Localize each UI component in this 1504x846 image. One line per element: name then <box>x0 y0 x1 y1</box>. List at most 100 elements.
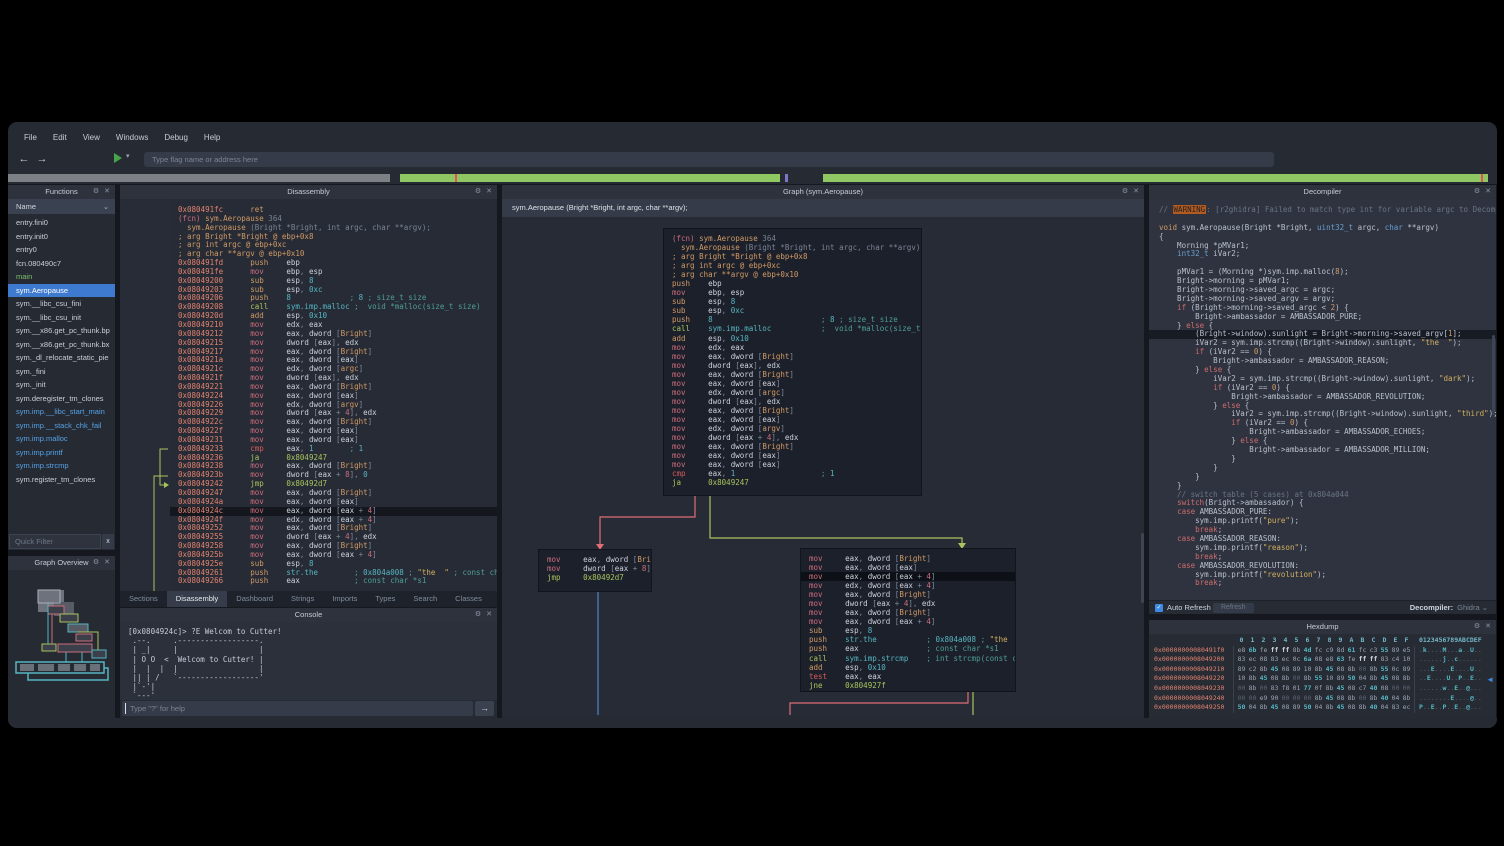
functions-column-header[interactable]: Name⌄ <box>8 199 115 214</box>
address-search-input[interactable] <box>144 152 1274 167</box>
menu-debug[interactable]: Debug <box>156 133 196 142</box>
code-line[interactable]: mov eax, dword [eax + 4] <box>809 617 1007 626</box>
code-line[interactable]: mov edx, eax <box>672 343 913 352</box>
forward-button[interactable]: → <box>34 151 50 167</box>
function-item[interactable]: sym._fini <box>8 365 115 379</box>
auto-refresh-checkbox[interactable]: ✓ <box>1155 604 1163 612</box>
code-line[interactable]: sub esp, 8 <box>672 297 913 306</box>
close-icon[interactable]: ✕ <box>1485 185 1491 199</box>
code-line[interactable]: mov edx, dword [argc] <box>672 388 913 397</box>
hexdump-row[interactable]: 0x000000000804921089c28b450889108b45088b… <box>1149 665 1496 675</box>
code-line[interactable]: push str.the ; 0x804a008 ; "the " ; cons… <box>809 635 1007 644</box>
code-line[interactable]: test eax, eax <box>809 672 1007 681</box>
code-line[interactable]: } <box>1159 464 1496 473</box>
decompiler-engine-select[interactable]: Decompiler:Ghidra ⌄ <box>1410 601 1488 614</box>
code-line[interactable]: push 8 ; 8 ; size_t size <box>672 315 913 324</box>
tab-classes[interactable]: Classes <box>446 591 491 607</box>
code-line[interactable]: add esp, 0x10 <box>809 663 1007 672</box>
tab-imports[interactable]: Imports <box>323 591 366 607</box>
function-item[interactable]: sym.imp.malloc <box>8 432 115 446</box>
function-item[interactable]: sym.imp.strcmp <box>8 459 115 473</box>
function-item[interactable]: sym.__x86.get_pc_thunk.bp <box>8 324 115 338</box>
code-line[interactable]: (fcn) sym.Aeropause 364 <box>672 234 913 243</box>
code-line[interactable]: ; arg Bright *Bright @ ebp+0x8 <box>672 252 913 261</box>
tab-disassembly[interactable]: Disassembly <box>167 591 228 607</box>
graph-scrollbar[interactable] <box>1141 533 1144 603</box>
gear-icon[interactable]: ⚙ <box>475 608 481 622</box>
code-line[interactable]: 0x08049266 push eax ; const char *s1 <box>178 577 497 586</box>
menu-view[interactable]: View <box>75 133 108 142</box>
menu-windows[interactable]: Windows <box>108 133 156 142</box>
code-line[interactable]: mov dword [eax], edx <box>672 397 913 406</box>
close-icon[interactable]: ✕ <box>104 556 110 570</box>
code-line[interactable]: mov eax, dword [eax] <box>809 563 1007 572</box>
code-line[interactable]: mov eax, dword [Bright] <box>809 608 1007 617</box>
hexdump-row[interactable]: 0x00000000080492400000e9900000008b45088b… <box>1149 694 1496 704</box>
code-line[interactable]: mov ebp, esp <box>672 288 913 297</box>
gear-icon[interactable]: ⚙ <box>1122 185 1128 199</box>
code-line[interactable]: jne 0x804927f <box>809 681 1007 690</box>
refresh-button[interactable]: Refresh <box>1213 603 1254 613</box>
back-button[interactable]: ← <box>16 151 32 167</box>
function-item[interactable]: sym.register_tm_clones <box>8 473 115 487</box>
filter-clear-button[interactable]: x <box>102 534 114 549</box>
code-line[interactable]: mov dword [eax + 4], edx <box>809 599 1007 608</box>
console-send-button[interactable]: → <box>475 701 494 716</box>
tab-types[interactable]: Types <box>366 591 404 607</box>
code-line[interactable]: call sym.imp.strcmp ; int strcmp(const c… <box>809 654 1007 663</box>
code-line[interactable]: // WARNING: [r2ghidra] Failed to match t… <box>1159 206 1496 215</box>
code-line[interactable]: ja 0x8049247 <box>672 478 913 487</box>
graph-node-false-branch[interactable]: mov eax, dword [Bright]mov eax, dword [e… <box>800 548 1016 692</box>
tab-strings[interactable]: Strings <box>282 591 323 607</box>
code-line[interactable]: mov dword [eax], edx <box>672 361 913 370</box>
function-item[interactable]: main <box>8 270 115 284</box>
function-item[interactable]: fcn.080490c7 <box>8 257 115 271</box>
menu-file[interactable]: File <box>16 133 45 142</box>
code-line[interactable]: int32_t iVar2; <box>1159 250 1496 259</box>
code-line[interactable]: mov eax, dword [Bright] <box>547 555 643 564</box>
code-line[interactable]: mov edx, dword [eax + 4] <box>809 581 1007 590</box>
code-line[interactable]: } <box>1159 473 1496 482</box>
code-line[interactable]: mov eax, dword [eax] <box>672 379 913 388</box>
close-icon[interactable]: ✕ <box>1485 620 1491 634</box>
hexdump-row[interactable]: 0x000000000804925050048b45088950048b4508… <box>1149 703 1496 713</box>
console-input[interactable] <box>122 701 473 716</box>
menu-help[interactable]: Help <box>196 133 228 142</box>
close-icon[interactable]: ✕ <box>104 185 110 199</box>
function-item[interactable]: sym.imp.printf <box>8 446 115 460</box>
code-line[interactable]: mov edx, dword [argv] <box>672 424 913 433</box>
graph-canvas[interactable]: (fcn) sym.Aeropause 364 sym.Aeropause (B… <box>502 217 1144 718</box>
function-item[interactable]: entry.fini0 <box>8 216 115 230</box>
function-item[interactable]: sym.__libc_csu_fini <box>8 297 115 311</box>
code-line[interactable]: push ebp <box>672 279 913 288</box>
debug-play-icon[interactable] <box>114 153 122 163</box>
code-line[interactable]: mov eax, dword [eax] <box>672 460 913 469</box>
code-line[interactable]: break; <box>1159 579 1496 588</box>
code-line[interactable]: jmp 0x80492d7 <box>547 573 643 582</box>
memory-map-bar[interactable] <box>8 174 1497 182</box>
code-line[interactable]: mov eax, dword [eax + 4] <box>801 572 1015 581</box>
play-dropdown-chevron-icon[interactable]: ▾ <box>126 152 130 160</box>
hexdump-row[interactable]: 0x00000000080491f0e86bfeffff8b4dfcc98d61… <box>1149 646 1496 656</box>
hexdump-row[interactable]: 0x0000000008049220108b45088b008b55108950… <box>1149 674 1496 684</box>
menu-edit[interactable]: Edit <box>45 133 75 142</box>
function-item[interactable]: sym.Aeropause <box>8 284 115 298</box>
close-icon[interactable]: ✕ <box>1133 185 1139 199</box>
function-item[interactable]: sym._dl_relocate_static_pie <box>8 351 115 365</box>
close-icon[interactable]: ✕ <box>486 608 492 622</box>
code-line[interactable]: mov eax, dword [eax] <box>672 451 913 460</box>
code-line[interactable]: mov eax, dword [Bright] <box>672 442 913 451</box>
graph-node-true-branch[interactable]: mov eax, dword [Bright]mov dword [eax + … <box>538 549 652 592</box>
function-item[interactable]: entry.init0 <box>8 230 115 244</box>
code-line[interactable]: sym.Aeropause (Bright *Bright, int argc,… <box>672 243 913 252</box>
function-item[interactable]: sym._init <box>8 378 115 392</box>
function-item[interactable]: sym.__x86.get_pc_thunk.bx <box>8 338 115 352</box>
gear-icon[interactable]: ⚙ <box>475 185 481 199</box>
code-line[interactable]: sub esp, 0xc <box>672 306 913 315</box>
tab-search[interactable]: Search <box>404 591 446 607</box>
code-line[interactable]: call sym.imp.malloc ; void *malloc(size_… <box>672 324 913 333</box>
function-item[interactable]: entry0 <box>8 243 115 257</box>
hexdump-row[interactable]: 0x0000000008049230008b0083f801770f8b4508… <box>1149 684 1496 694</box>
function-item[interactable]: sym.__libc_csu_init <box>8 311 115 325</box>
code-line[interactable]: mov eax, dword [eax] <box>672 415 913 424</box>
